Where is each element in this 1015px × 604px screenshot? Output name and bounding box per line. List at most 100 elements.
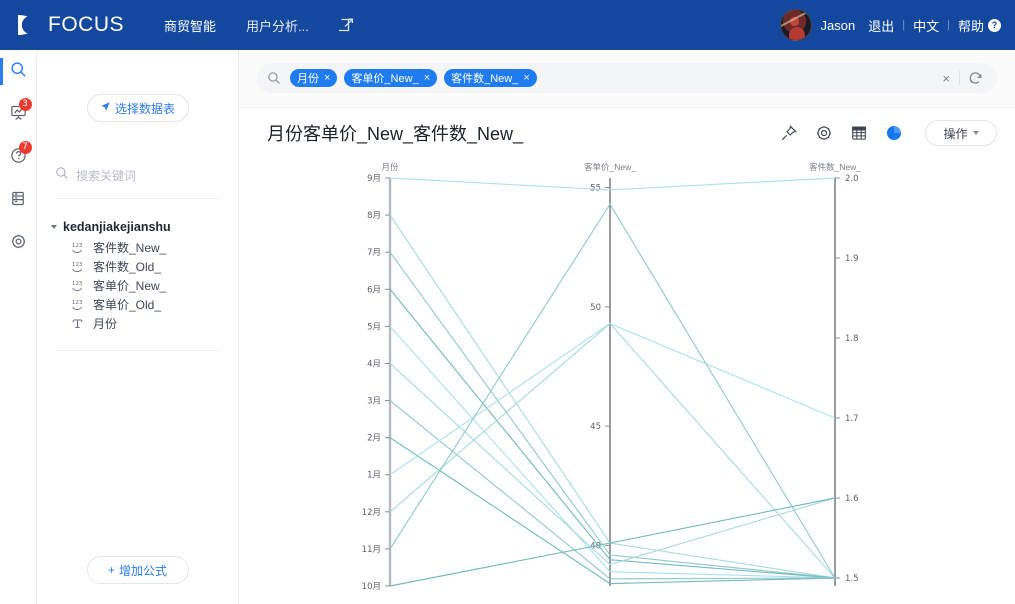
rail-item-help[interactable]: 7 — [0, 138, 37, 177]
close-icon[interactable]: × — [424, 72, 430, 84]
svg-text:1.6: 1.6 — [845, 494, 859, 504]
search-icon — [10, 61, 27, 83]
search-icon — [267, 71, 281, 85]
app-window: FOCUS 商贸智能 用户分析... Jason 退出 | 中文 | 帮助 ? — [0, 0, 1015, 604]
svg-text:9月: 9月 — [367, 174, 381, 184]
badge-count: 7 — [18, 141, 32, 154]
svg-text:5月: 5月 — [367, 322, 381, 332]
field-item[interactable]: 123 客单价_New_ — [37, 276, 238, 295]
tree-root-node[interactable]: kedanjiakejianshu — [37, 216, 238, 238]
header-separator-1: | — [902, 19, 906, 31]
pie-chart-icon[interactable] — [885, 124, 903, 142]
fields-panel: 选择数据表 搜索关键词 kedanjiakejianshu 123 客件数_Ne… — [37, 50, 239, 604]
add-formula-label: 增加公式 — [119, 563, 168, 578]
omnibar-actions: × — [933, 71, 991, 86]
svg-text:3月: 3月 — [367, 397, 381, 407]
chart-card-header: 月份客单价_New_客件数_New_ 操作 — [239, 108, 1015, 158]
field-label: 客件数_New_ — [93, 241, 167, 255]
avatar[interactable] — [779, 9, 812, 41]
rail-item-search[interactable] — [0, 52, 37, 91]
field-label: 月份 — [93, 317, 118, 331]
svg-text:123: 123 — [72, 262, 83, 268]
pin-icon[interactable] — [780, 124, 798, 142]
chevron-down-icon — [972, 131, 979, 135]
search-input[interactable]: 搜索关键词 — [76, 167, 136, 184]
gear-icon[interactable] — [815, 124, 833, 142]
svg-text:7月: 7月 — [367, 248, 381, 258]
svg-text:50: 50 — [590, 303, 601, 313]
svg-text:2月: 2月 — [367, 434, 381, 444]
left-icon-rail: 3 7 — [0, 50, 37, 604]
select-datatable-button[interactable]: 选择数据表 — [86, 94, 189, 122]
close-icon[interactable]: × — [324, 72, 330, 84]
field-item[interactable]: 123 客件数_Old_ — [37, 257, 238, 276]
tree-root-label: kedanjiakejianshu — [63, 220, 171, 234]
add-formula-button[interactable]: + 增加公式 — [86, 556, 189, 584]
nav-item-bi[interactable]: 商贸智能 — [164, 16, 216, 35]
field-search-row[interactable]: 搜索关键词 — [55, 166, 220, 199]
svg-text:45: 45 — [590, 422, 601, 432]
table-view-icon[interactable] — [850, 124, 868, 142]
action-dropdown-button[interactable]: 操作 — [925, 120, 997, 146]
field-item[interactable]: 123 客单价_Old_ — [37, 295, 238, 314]
numeric-123-icon: 123 — [71, 260, 84, 273]
brand-logo[interactable]: FOCUS — [14, 12, 124, 38]
refresh-icon[interactable] — [960, 71, 991, 86]
main-content: 月份 × 客单价_New_ × 客件数_New_ × × 月份客单价_New_客… — [239, 50, 1015, 604]
text-field-icon — [71, 317, 84, 330]
svg-text:123: 123 — [72, 281, 83, 287]
field-label: 客单价_New_ — [93, 279, 167, 293]
action-label: 操作 — [943, 126, 968, 141]
svg-text:1.7: 1.7 — [845, 414, 859, 424]
logout-link[interactable]: 退出 — [868, 16, 894, 35]
field-tree: kedanjiakejianshu 123 客件数_New_ 123 客件数_O… — [37, 216, 238, 333]
svg-text:1.8: 1.8 — [845, 334, 859, 344]
language-link[interactable]: 中文 — [913, 16, 939, 35]
brand-name: FOCUS — [48, 13, 124, 36]
omnibar-wrap: 月份 × 客单价_New_ × 客件数_New_ × × — [239, 50, 1015, 93]
chip-label: 月份 — [297, 73, 319, 85]
help-label: 帮助 — [957, 18, 984, 34]
database-icon — [10, 190, 27, 212]
omni-search-bar[interactable]: 月份 × 客单价_New_ × 客件数_New_ × × — [257, 63, 997, 93]
chip-label: 客单价_New_ — [351, 73, 419, 85]
external-link-icon[interactable] — [338, 17, 355, 33]
svg-text:1月: 1月 — [367, 471, 381, 481]
svg-text:客单价_New_: 客单价_New_ — [584, 162, 636, 172]
numeric-123-icon: 123 — [71, 241, 84, 254]
chevron-down-icon — [51, 225, 57, 229]
nav-item-user-analysis[interactable]: 用户分析... — [246, 16, 309, 35]
user-name: Jason — [820, 17, 856, 33]
field-item[interactable]: 月份 — [37, 314, 238, 333]
query-chip[interactable]: 客件数_New_ × — [444, 69, 537, 87]
close-icon[interactable]: × — [523, 72, 529, 84]
field-item[interactable]: 123 客件数_New_ — [37, 238, 238, 257]
header-nav: 商贸智能 用户分析... — [164, 16, 355, 35]
header-user-area: Jason 退出 | 中文 | 帮助 ? — [779, 9, 1001, 41]
chart-card: 月份客单价_New_客件数_New_ 操作 月份 9月 8月 7月 6月 5月 … — [239, 107, 1015, 604]
field-label: 客单价_Old_ — [93, 298, 162, 312]
svg-text:6月: 6月 — [367, 285, 381, 295]
select-datatable-label: 选择数据表 — [114, 101, 175, 116]
svg-text:4月: 4月 — [367, 359, 381, 369]
top-header: FOCUS 商贸智能 用户分析... Jason 退出 | 中文 | 帮助 ? — [0, 0, 1015, 50]
svg-text:1.9: 1.9 — [845, 254, 859, 264]
help-link[interactable]: 帮助 ? — [958, 16, 1001, 35]
numeric-123-icon: 123 — [71, 298, 84, 311]
page-title: 月份客单价_New_客件数_New_ — [267, 124, 524, 144]
clear-query-icon[interactable]: × — [933, 71, 959, 86]
numeric-123-icon: 123 — [71, 279, 84, 292]
svg-text:1.5: 1.5 — [845, 574, 859, 584]
parallel-coordinates-chart[interactable]: 月份 9月 8月 7月 6月 5月 4月 3月 2月 1月 12月 11月 10月 客单价_New_ 55 5… — [239, 158, 1015, 604]
focus-logo-icon — [14, 12, 40, 38]
gear-icon — [10, 233, 27, 255]
rail-item-settings[interactable] — [0, 224, 37, 263]
query-chips: 月份 × 客单价_New_ × 客件数_New_ × — [290, 69, 537, 87]
query-chip[interactable]: 月份 × — [290, 69, 338, 87]
chart-toolbar: 操作 — [780, 120, 997, 146]
rail-item-dashboard[interactable]: 3 — [0, 95, 37, 134]
query-chip[interactable]: 客单价_New_ × — [344, 69, 438, 87]
panel-spacer — [37, 351, 238, 556]
rail-item-data-source[interactable] — [0, 181, 37, 220]
cursor-arrow-icon — [100, 101, 111, 115]
